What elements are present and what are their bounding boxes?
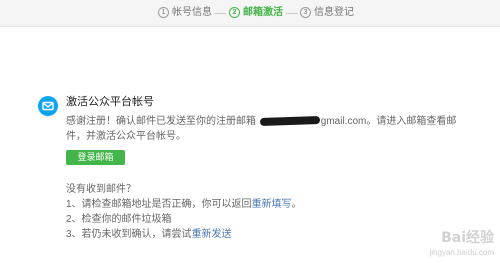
message-prefix: 感谢注册！确认邮件已发送至你的注册邮箱 xyxy=(66,116,256,127)
step-label: 邮箱激活 xyxy=(243,7,283,18)
watermark-url: jingyan.baidu.com xyxy=(429,248,494,257)
activation-title: 激活公众平台帐号 xyxy=(66,96,154,108)
watermark-logo-text: Bai经验 xyxy=(441,230,494,246)
step-number-icon: 3 xyxy=(300,7,311,18)
help-item-text: 3、若仍未收到确认，请尝试 xyxy=(66,229,192,240)
help-item-check-address: 1、请检查邮箱地址是否正确，你可以返回重新填写。 xyxy=(66,198,302,211)
refill-link[interactable]: 重新填写 xyxy=(252,199,292,210)
redacted-email-mark xyxy=(259,116,320,127)
resend-link[interactable]: 重新发送 xyxy=(192,229,232,240)
step-number-icon: 2 xyxy=(229,7,240,18)
help-heading: 没有收到邮件？ xyxy=(66,184,136,195)
help-item-text: 1、请检查邮箱地址是否正确，你可以返回 xyxy=(66,199,252,210)
help-item-check-spam: 2、检查你的邮件垃圾箱 xyxy=(66,213,172,226)
help-item-resend: 3、若仍未收到确认，请尝试重新发送 xyxy=(66,228,232,241)
help-item-text: 2、检查你的邮件垃圾箱 xyxy=(66,214,172,225)
step-progress-bar: 1 帐号信息 2 邮箱激活 3 信息登记 xyxy=(0,0,500,27)
login-email-button[interactable]: 登录邮箱 xyxy=(66,150,125,165)
step-label: 信息登记 xyxy=(314,7,354,18)
step-number-icon: 1 xyxy=(158,7,169,18)
step-label: 帐号信息 xyxy=(172,7,212,18)
step-account-info: 1 帐号信息 xyxy=(158,7,212,19)
step-separator xyxy=(286,13,298,14)
step-separator xyxy=(214,13,226,14)
confirmation-message: 感谢注册！确认邮件已发送至你的注册邮箱 gmail.com。请进入邮箱查看邮件，… xyxy=(66,114,471,144)
mail-icon xyxy=(38,96,58,116)
help-item-end: 。 xyxy=(291,199,302,210)
email-domain: gmail.com xyxy=(320,116,367,127)
step-email-activation: 2 邮箱激活 xyxy=(229,7,283,19)
baidu-watermark: Bai经验 jingyan.baidu.com xyxy=(408,227,494,257)
step-info-registration: 3 信息登记 xyxy=(300,7,354,19)
